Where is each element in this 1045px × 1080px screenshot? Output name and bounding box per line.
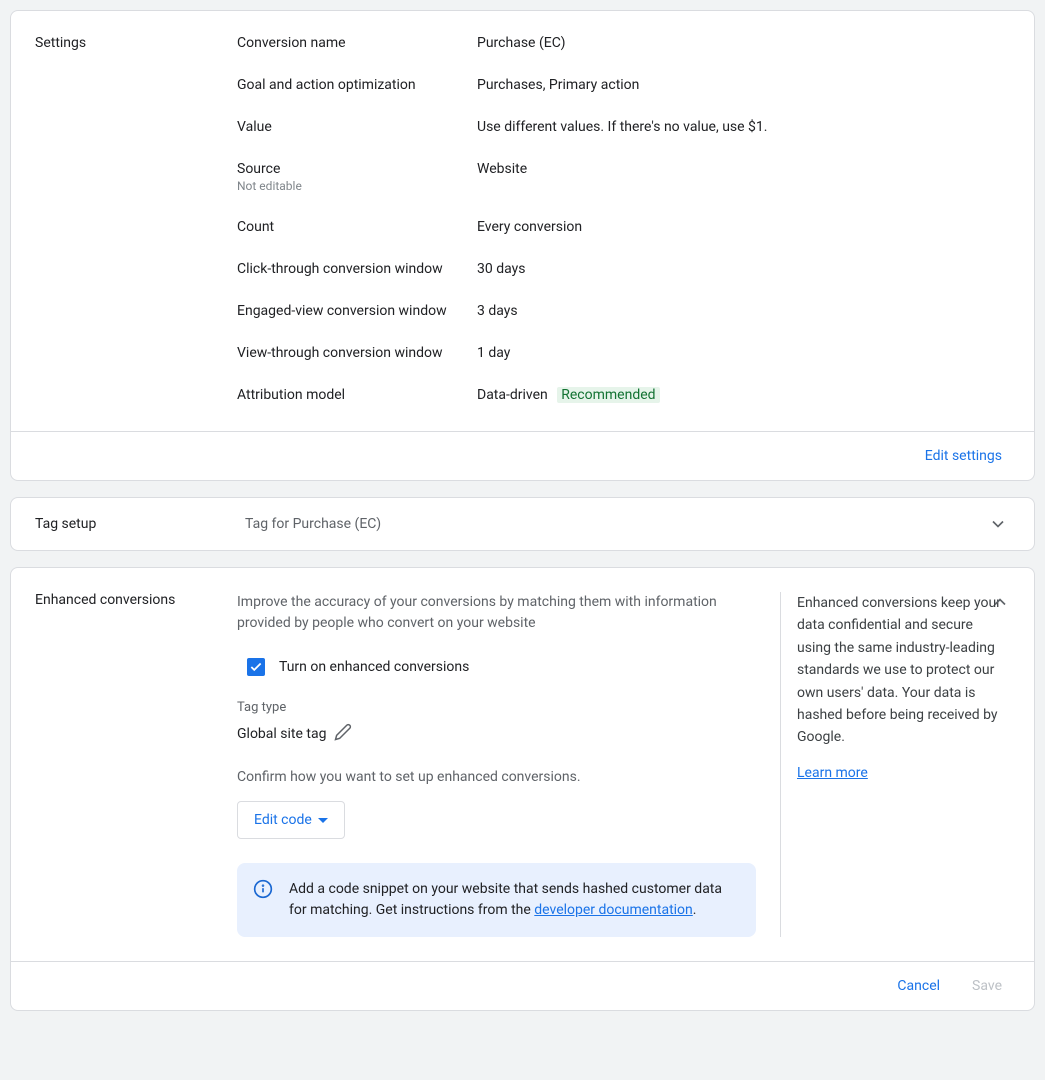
developer-documentation-link[interactable]: developer documentation: [534, 902, 693, 918]
value-click-window: 30 days: [477, 261, 1010, 277]
settings-heading: Settings: [35, 35, 237, 403]
settings-rows: Conversion name Purchase (EC) Goal and a…: [237, 35, 1010, 403]
pencil-icon[interactable]: [334, 723, 352, 745]
save-button[interactable]: Save: [972, 978, 1002, 994]
tag-type-row: Global site tag: [237, 723, 756, 745]
tag-setup-heading: Tag setup: [35, 516, 245, 532]
info-text-2: .: [693, 902, 697, 918]
tag-setup-subtitle: Tag for Purchase (EC): [245, 516, 986, 532]
info-box: Add a code snippet on your website that …: [237, 863, 756, 937]
label-view-window: View-through conversion window: [237, 345, 477, 361]
enhanced-footer: Cancel Save: [11, 961, 1034, 1010]
label-value: Value: [237, 119, 477, 135]
value-attribution-text: Data-driven: [477, 387, 548, 403]
recommended-badge: Recommended: [557, 387, 659, 403]
value-engaged-window: 3 days: [477, 303, 1010, 319]
label-click-window: Click-through conversion window: [237, 261, 477, 277]
tag-setup-body: Tag setup Tag for Purchase (EC): [11, 498, 1034, 550]
checkbox-label: Turn on enhanced conversions: [279, 659, 469, 675]
cancel-button[interactable]: Cancel: [897, 978, 940, 994]
info-icon: [253, 879, 273, 921]
settings-card: Settings Conversion name Purchase (EC) G…: [10, 10, 1035, 481]
label-source-text: Source: [237, 161, 461, 177]
value-goal: Purchases, Primary action: [477, 77, 1010, 93]
label-count: Count: [237, 219, 477, 235]
value-source: Website: [477, 161, 1010, 193]
label-engaged-window: Engaged-view conversion window: [237, 303, 477, 319]
enhanced-main: Improve the accuracy of your conversions…: [237, 592, 780, 937]
confirm-text: Confirm how you want to set up enhanced …: [237, 769, 756, 785]
edit-code-button[interactable]: Edit code: [237, 801, 345, 839]
tag-type-value: Global site tag: [237, 726, 326, 742]
enhanced-sidebar-text: Enhanced conversions keep your data conf…: [797, 592, 1010, 749]
settings-row: Click-through conversion window 30 days: [237, 261, 1010, 303]
label-source: Source Not editable: [237, 161, 477, 193]
label-attribution: Attribution model: [237, 387, 477, 403]
chevron-up-icon[interactable]: [990, 592, 1010, 616]
learn-more-link[interactable]: Learn more: [797, 765, 868, 781]
value-conversion-name: Purchase (EC): [477, 35, 1010, 51]
label-source-sub: Not editable: [237, 179, 461, 193]
value-value: Use different values. If there's no valu…: [477, 119, 1010, 135]
settings-footer: Edit settings: [11, 431, 1034, 480]
label-goal: Goal and action optimization: [237, 77, 477, 93]
settings-row: Count Every conversion: [237, 219, 1010, 261]
settings-row: Engaged-view conversion window 3 days: [237, 303, 1010, 345]
enhanced-body: Enhanced conversions Improve the accurac…: [11, 568, 1034, 961]
enhanced-description: Improve the accuracy of your conversions…: [237, 592, 756, 634]
learn-more-row: Learn more: [797, 765, 1010, 781]
tag-setup-card[interactable]: Tag setup Tag for Purchase (EC): [10, 497, 1035, 551]
enhanced-sidebar: Enhanced conversions keep your data conf…: [780, 592, 1010, 937]
value-attribution: Data-driven Recommended: [477, 387, 1010, 403]
settings-row: Source Not editable Website: [237, 161, 1010, 219]
settings-row: Value Use different values. If there's n…: [237, 119, 1010, 161]
tag-type-label: Tag type: [237, 700, 756, 715]
checkbox-row[interactable]: Turn on enhanced conversions: [247, 658, 756, 676]
label-conversion-name: Conversion name: [237, 35, 477, 51]
settings-row: Conversion name Purchase (EC): [237, 35, 1010, 77]
checkbox-checked-icon[interactable]: [247, 658, 265, 676]
edit-code-label: Edit code: [254, 812, 312, 828]
value-count: Every conversion: [477, 219, 1010, 235]
info-text: Add a code snippet on your website that …: [289, 879, 740, 921]
value-view-window: 1 day: [477, 345, 1010, 361]
dropdown-triangle-icon: [318, 818, 328, 823]
chevron-down-icon[interactable]: [986, 512, 1010, 536]
enhanced-conversions-card: Enhanced conversions Improve the accurac…: [10, 567, 1035, 1011]
settings-row: Goal and action optimization Purchases, …: [237, 77, 1010, 119]
enhanced-heading: Enhanced conversions: [35, 592, 237, 937]
edit-settings-link[interactable]: Edit settings: [925, 448, 1002, 464]
settings-row: View-through conversion window 1 day: [237, 345, 1010, 387]
settings-body: Settings Conversion name Purchase (EC) G…: [11, 11, 1034, 431]
settings-row: Attribution model Data-driven Recommende…: [237, 387, 1010, 403]
